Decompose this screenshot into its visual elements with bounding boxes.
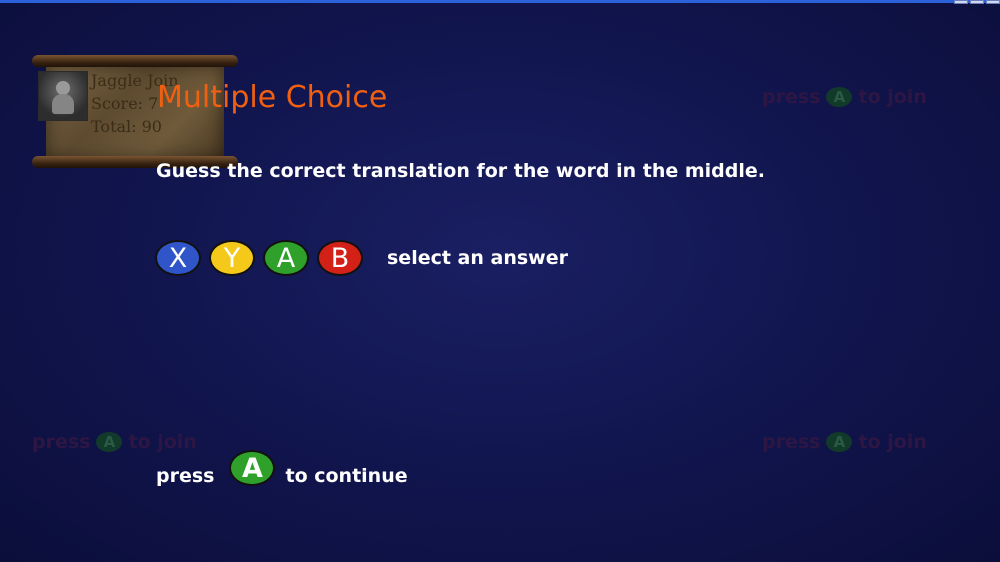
continue-prompt: press A to continue [156,450,408,494]
join-suffix: to join [128,431,197,453]
window-top-strip [0,0,1000,3]
a-button-icon: A [826,87,853,107]
x-button-icon[interactable]: X [155,240,201,276]
b-button-icon[interactable]: B [317,240,363,276]
maximize-icon[interactable] [970,0,984,4]
join-prefix: press [762,86,821,108]
join-prompt-bottom-left: press A to join [32,431,197,453]
scroll-rod-top [32,55,238,67]
a-button-icon[interactable]: A [263,240,309,276]
window-controls[interactable] [954,0,1000,4]
player-total: Total: 90 [91,117,162,136]
player-avatar [38,71,88,121]
continue-suffix: to continue [285,465,408,487]
close-icon[interactable] [986,0,1000,4]
join-prefix: press [32,431,91,453]
join-prompt-top-right: press A to join [762,86,927,108]
join-prefix: press [762,431,821,453]
join-suffix: to join [858,86,927,108]
instruction-text: Guess the correct translation for the wo… [156,160,765,182]
screen-title: Multiple Choice [157,80,388,115]
y-button-icon[interactable]: Y [209,240,255,276]
pawn-icon [56,81,70,95]
minimize-icon[interactable] [954,0,968,4]
continue-prefix: press [156,465,215,487]
join-prompt-bottom-right: press A to join [762,431,927,453]
select-answer-label: select an answer [387,247,568,269]
a-button-icon[interactable]: A [229,450,276,486]
pawn-body [52,94,74,114]
a-button-icon: A [96,432,123,452]
join-suffix: to join [858,431,927,453]
answer-buttons: X Y A B [155,240,363,276]
a-button-icon: A [826,432,853,452]
